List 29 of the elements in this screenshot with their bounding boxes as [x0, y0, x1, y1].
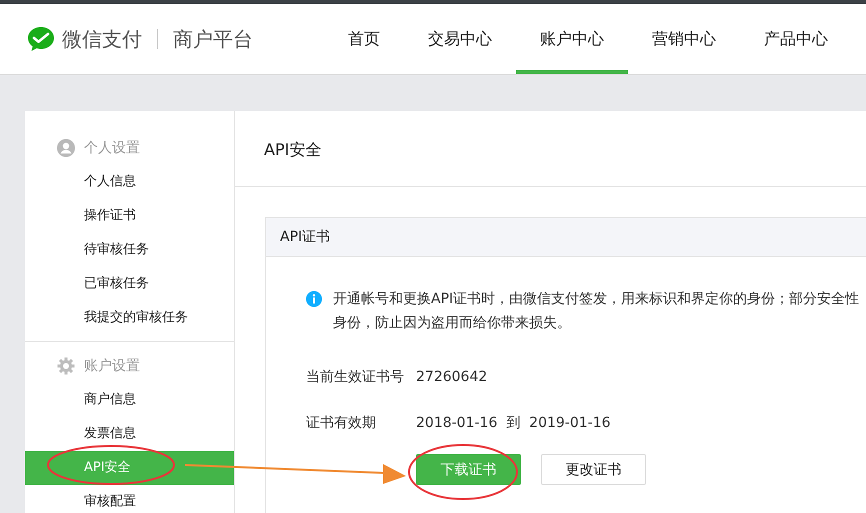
nav-tab[interactable]: 营销中心	[628, 4, 740, 74]
nav-tab[interactable]: 账户中心	[516, 4, 628, 74]
menu-item[interactable]: 商户信息	[25, 383, 234, 417]
platform-name: 商户平台	[173, 26, 253, 52]
field-value: 27260642	[416, 368, 488, 387]
notice-text: 开通帐号和更换API证书时，由微信支付签发，用来标识和界定你的身份；部分安全性 身份，防止因为盗用而给你带来损失。	[333, 290, 860, 333]
user-icon	[57, 139, 75, 157]
menu-item[interactable]: 操作证书	[25, 199, 234, 233]
change-button[interactable]: 更改证书	[541, 454, 646, 485]
card-title: API证书	[280, 229, 330, 245]
menu-item[interactable]: 我提交的审核任务	[25, 301, 234, 335]
nav-tab[interactable]: 交易中心	[404, 4, 516, 74]
menu-group-title: 账户设置	[84, 357, 140, 375]
nav-tab[interactable]: 首页	[324, 4, 404, 74]
gear-icon	[57, 357, 75, 375]
field-label: 证书有效期	[306, 415, 376, 431]
info-icon	[306, 291, 322, 307]
field-label: 当前生效证书号	[306, 369, 404, 385]
menu-item[interactable]: 待审核任务	[25, 233, 234, 267]
field-value: 2018-01-16 到 2019-01-16	[416, 414, 611, 433]
menu-group-title: 个人设置	[84, 139, 140, 157]
page-title: API安全	[264, 140, 322, 159]
menu-item[interactable]: 发票信息	[25, 417, 234, 451]
logo-icon	[27, 26, 55, 52]
nav-tab[interactable]: 产品中心	[740, 4, 852, 74]
brand-name: 微信支付	[62, 26, 142, 52]
menu-item[interactable]: 个人信息	[25, 165, 234, 199]
menu-item[interactable]: 审核配置	[25, 485, 234, 513]
menu-item[interactable]: 已审核任务	[25, 267, 234, 301]
